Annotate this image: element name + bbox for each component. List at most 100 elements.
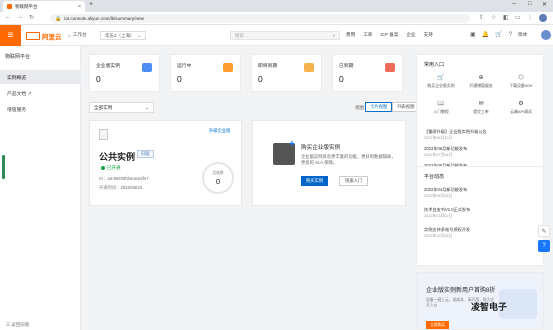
news-date: 2021年06月30日	[424, 136, 453, 140]
trend-item[interactable]: 2022年04月新功能发布	[424, 187, 467, 193]
upgrade-link[interactable]: 升级企业版	[209, 128, 230, 134]
terminal-icon[interactable]: ▣	[470, 31, 476, 38]
close-tab-icon[interactable]: ×	[78, 4, 81, 10]
stat-card-expired[interactable]: 已到期 0	[332, 54, 403, 92]
star-icon[interactable]: ☆	[491, 14, 496, 21]
browser-avatar[interactable]	[539, 14, 547, 22]
device-count-gauge: 设备数 0	[202, 162, 234, 194]
entry-api[interactable]: ⚙ 云端API调试	[503, 100, 539, 115]
banner-buy-button[interactable]: 立即购买	[426, 321, 450, 329]
promo-description: 企业版实例具有更丰富的功能，更好的数据隔离，更高的 SLA 保障。	[301, 154, 396, 165]
feedback-icon[interactable]: ✎	[538, 225, 550, 237]
minimize-icon[interactable]: ─	[512, 1, 516, 7]
entry-tutorial[interactable]: 📖 入门教程	[423, 100, 459, 115]
forward-icon[interactable]: →	[17, 14, 23, 20]
language-switch[interactable]: 简体	[518, 32, 527, 38]
trend-item[interactable]: 技术白皮书V1.0正式发布	[424, 207, 470, 213]
nav-support[interactable]: 支持	[424, 32, 433, 38]
trends-title: 平台动态	[424, 174, 445, 180]
trend-item[interactable]: 实例支持多账号授权开发	[424, 227, 470, 233]
stat-label: 已到期	[339, 64, 354, 69]
nav-icp[interactable]: ICP 备案	[380, 32, 398, 38]
entry-label: 提交工单	[473, 109, 489, 114]
sidebar-item-addons[interactable]: 增值服务	[0, 102, 81, 116]
watermark: 凌智电子	[471, 302, 508, 312]
time-value: 2022/06/23	[120, 185, 142, 190]
cube-icon: ⬡	[518, 75, 524, 81]
ticket-icon: ✉	[478, 101, 484, 107]
extension-icon[interactable]: ◧	[503, 14, 509, 21]
profile-menu-icon[interactable]: ⋮	[527, 14, 533, 21]
stat-label: 运行中	[177, 64, 192, 69]
reload-icon[interactable]: ↻	[29, 14, 34, 21]
instance-card[interactable]: 升级企业版 公共实例 旧版 已开通 ID：iot-06z00hh4nexi2fn…	[89, 120, 242, 206]
new-tab-icon[interactable]: +	[89, 1, 93, 8]
buy-instance-button[interactable]: 购买实例	[301, 176, 329, 186]
stat-label: 企业版实例	[96, 64, 120, 69]
console-header: ≡ 阿里云 ⌂ 工作台 华东2（上海） ⌄ 搜索... ⌕ 费用 工单 ICP …	[0, 25, 553, 46]
entry-sdk[interactable]: ⬡ 下载设备SDK	[503, 74, 539, 89]
entry-addons[interactable]: ⊕ 开通增值服务	[463, 74, 499, 89]
back-icon[interactable]: ←	[5, 14, 11, 20]
menu-icon[interactable]: ≡	[0, 25, 21, 46]
chevron-down-icon: ⌄	[137, 32, 142, 38]
sidepanel-icon[interactable]: ▭	[515, 14, 521, 21]
address-bar: ← → ↻ 🔒 iot.console.aliyun.com/lk/summar…	[0, 12, 553, 25]
stat-value: 0	[258, 74, 263, 84]
search-placeholder: 搜索...	[235, 32, 248, 38]
chevron-down-icon: ⌄	[145, 104, 149, 110]
promo-title: 购买企业版实例	[301, 145, 341, 151]
browser-tab[interactable]: 物联网平台 ×	[3, 1, 85, 12]
stat-card-running[interactable]: 运行中 0	[170, 54, 241, 92]
region-selector[interactable]: 华东2（上海） ⌄	[100, 31, 147, 40]
instance-title: 公共实例	[99, 152, 136, 162]
workbench-link[interactable]: ⌂ 工作台	[68, 32, 87, 38]
news-item[interactable]: 2022年06月新功能发布	[424, 146, 467, 152]
home-icon: ⌂	[68, 32, 71, 38]
running-icon	[223, 63, 233, 72]
buy-enterprise-card: + 购买企业版实例 企业版实例具有更丰富的功能，更好的数据隔离，更高的 SLA …	[252, 120, 406, 206]
sidebar-item-overview[interactable]: 实例概览	[0, 70, 81, 84]
platform-trends-panel: 平台动态 2022年04月新功能发布 2022年05月05日 技术白皮书V1.0…	[416, 166, 544, 266]
filter-value: 全部实例	[94, 104, 113, 110]
help-icon[interactable]: ?	[509, 32, 512, 38]
instance-filter-select[interactable]: 全部实例 ⌄	[89, 102, 154, 113]
banner-title: 企业版实例新用户首购8折	[426, 288, 496, 294]
search-input[interactable]: 搜索... ⌕	[230, 31, 340, 40]
bell-icon[interactable]: 🔔	[482, 31, 489, 38]
plus-icon: +	[289, 139, 295, 150]
cart-icon: 🛒	[437, 75, 445, 81]
status-text: 已开通	[107, 165, 121, 170]
sidebar: 物联网平台 实例概览 产品文档 ↗ 增值服务	[0, 46, 81, 330]
nav-fee[interactable]: 费用	[346, 32, 355, 38]
sidebar-item-docs[interactable]: 产品文档 ↗	[0, 86, 81, 100]
top-nav: 费用 工单 ICP 备案 企业 支持	[346, 32, 433, 38]
cart-header-icon[interactable]: 🛒	[495, 31, 502, 38]
entry-ticket[interactable]: ✉ 提交工单	[463, 100, 499, 115]
stat-card-expiring[interactable]: 即将到期 0	[251, 54, 322, 92]
workbench-label: 工作台	[72, 32, 87, 37]
instance-time: 开通时间：2022/06/23	[99, 185, 142, 191]
quick-start-button[interactable]: 快速入门	[339, 176, 369, 186]
url-field[interactable]: 🔒 iot.console.aliyun.com/lk/summary/new	[50, 14, 470, 23]
nav-ticket[interactable]: 工单	[363, 32, 372, 38]
stat-value: 0	[339, 74, 344, 84]
side-marker	[2, 155, 5, 179]
trend-date: 2021年12月28日	[424, 234, 453, 238]
user-avatar[interactable]	[541, 30, 551, 40]
nav-enterprise[interactable]: 企业	[406, 32, 415, 38]
news-item[interactable]: 【重磅升级】企业版实例升级公告	[424, 129, 487, 135]
card-view-button[interactable]: 卡片视图	[365, 102, 393, 112]
close-window-icon[interactable]: ✕	[542, 1, 547, 8]
share-icon[interactable]: ⇪	[479, 14, 484, 21]
stat-card-enterprise[interactable]: 企业版实例 0	[89, 54, 160, 92]
quick-entry-title: 常用入口	[424, 62, 445, 68]
sidebar-collapse[interactable]: ☰ 返回旧版	[6, 322, 29, 328]
help-float-icon[interactable]: ?	[538, 240, 550, 252]
entry-buy-instance[interactable]: 🛒 购买企业版实例	[423, 74, 459, 89]
aliyun-logo[interactable]: 阿里云	[26, 31, 62, 41]
maximize-icon[interactable]: □	[528, 1, 532, 7]
url-text: iot.console.aliyun.com/lk/summary/new	[64, 16, 144, 21]
entry-label: 购买企业版实例	[427, 83, 455, 88]
sidebar-item-label: 产品文档 ↗	[7, 91, 32, 97]
